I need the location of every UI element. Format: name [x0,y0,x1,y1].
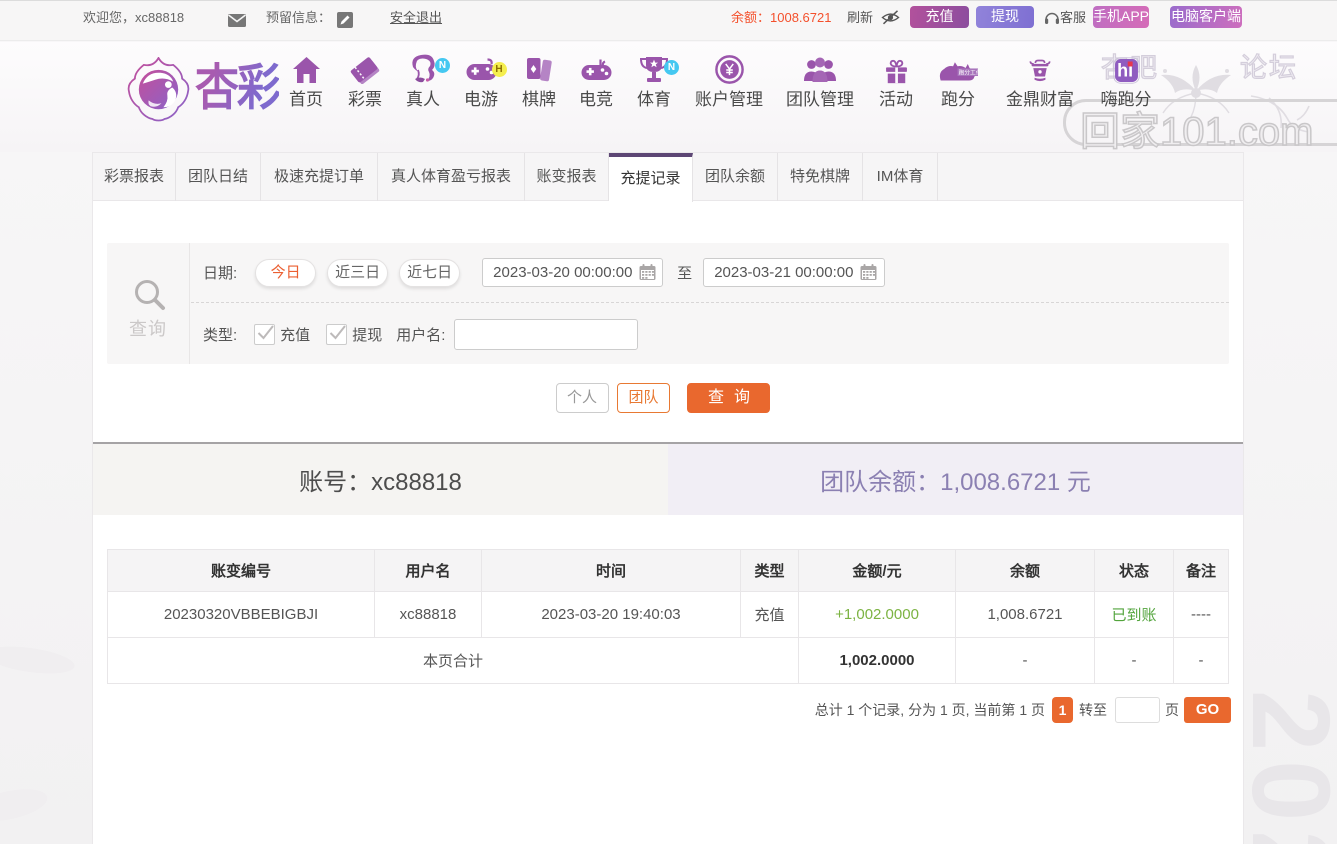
svg-text:跑分工作室: 跑分工作室 [958,68,979,76]
